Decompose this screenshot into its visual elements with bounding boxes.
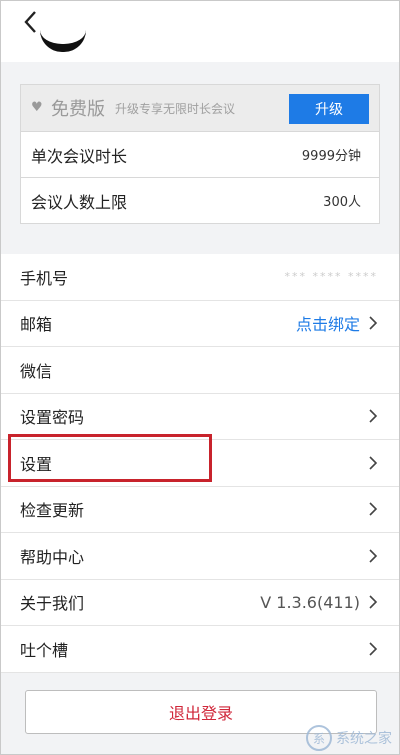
menu-item-label: 检查更新	[20, 501, 85, 521]
chevron-right-icon	[369, 642, 378, 656]
chevron-right-icon	[369, 595, 378, 609]
menu-item-label: 邮箱	[20, 315, 53, 335]
menu-item-label: 吐个槽	[20, 640, 69, 660]
avatar	[40, 30, 86, 52]
menu-item-label: 微信	[20, 361, 53, 381]
plan-row-label: 会议人数上限	[31, 192, 128, 212]
plan-card: ♥ 免费版 升级专享无限时长会议 升级 单次会议时长 9999分钟 会议人数上限…	[20, 84, 380, 224]
bind-email-link[interactable]: 点击绑定	[296, 311, 360, 335]
version-text: V 1.3.6(411)	[260, 592, 360, 612]
settings-list: 手机号 *** **** **** 邮箱 点击绑定 微信 设置密码 设置 检查更…	[0, 254, 400, 673]
plan-edition: 免费版	[51, 99, 105, 120]
menu-item-about[interactable]: 关于我们 V 1.3.6(411)	[0, 580, 400, 626]
chevron-right-icon	[369, 316, 378, 330]
menu-item-email[interactable]: 邮箱 点击绑定	[0, 301, 400, 347]
plan-row-duration: 单次会议时长 9999分钟	[21, 131, 379, 177]
chevron-right-icon	[369, 409, 378, 423]
phone-value: *** **** ****	[284, 270, 378, 284]
menu-item-label: 帮助中心	[20, 547, 85, 567]
plan-row-value: 9999分钟	[301, 149, 361, 164]
menu-item-help[interactable]: 帮助中心	[0, 533, 400, 580]
watermark-text: 系统之家	[336, 731, 392, 747]
menu-item-check-update[interactable]: 检查更新	[0, 487, 400, 533]
menu-item-label: 手机号	[20, 268, 69, 288]
plan-row-value: 300人	[323, 195, 361, 210]
menu-item-settings[interactable]: 设置	[0, 434, 400, 487]
watermark-logo-icon: 系	[306, 725, 332, 751]
plan-row-label: 单次会议时长	[31, 146, 128, 166]
menu-item-feedback[interactable]: 吐个槽	[0, 626, 400, 673]
plan-subtitle: 升级专享无限时长会议	[115, 101, 236, 116]
chevron-right-icon	[369, 502, 378, 516]
heart-icon: ♥	[31, 100, 43, 115]
chevron-right-icon	[369, 456, 378, 470]
menu-item-label: 关于我们	[20, 594, 85, 614]
chevron-right-icon	[369, 549, 378, 563]
menu-item-label: 设置密码	[20, 408, 85, 428]
plan-row-capacity: 会议人数上限 300人	[21, 177, 379, 223]
menu-item-phone[interactable]: 手机号 *** **** ****	[0, 254, 400, 301]
top-bar	[0, 0, 400, 62]
upgrade-button[interactable]: 升级	[289, 94, 369, 124]
watermark: 系 系统之家	[306, 725, 392, 751]
menu-item-label: 设置	[20, 454, 53, 474]
plan-header: ♥ 免费版 升级专享无限时长会议 升级	[21, 85, 379, 131]
menu-item-wechat[interactable]: 微信	[0, 347, 400, 394]
menu-item-password[interactable]: 设置密码	[0, 394, 400, 440]
